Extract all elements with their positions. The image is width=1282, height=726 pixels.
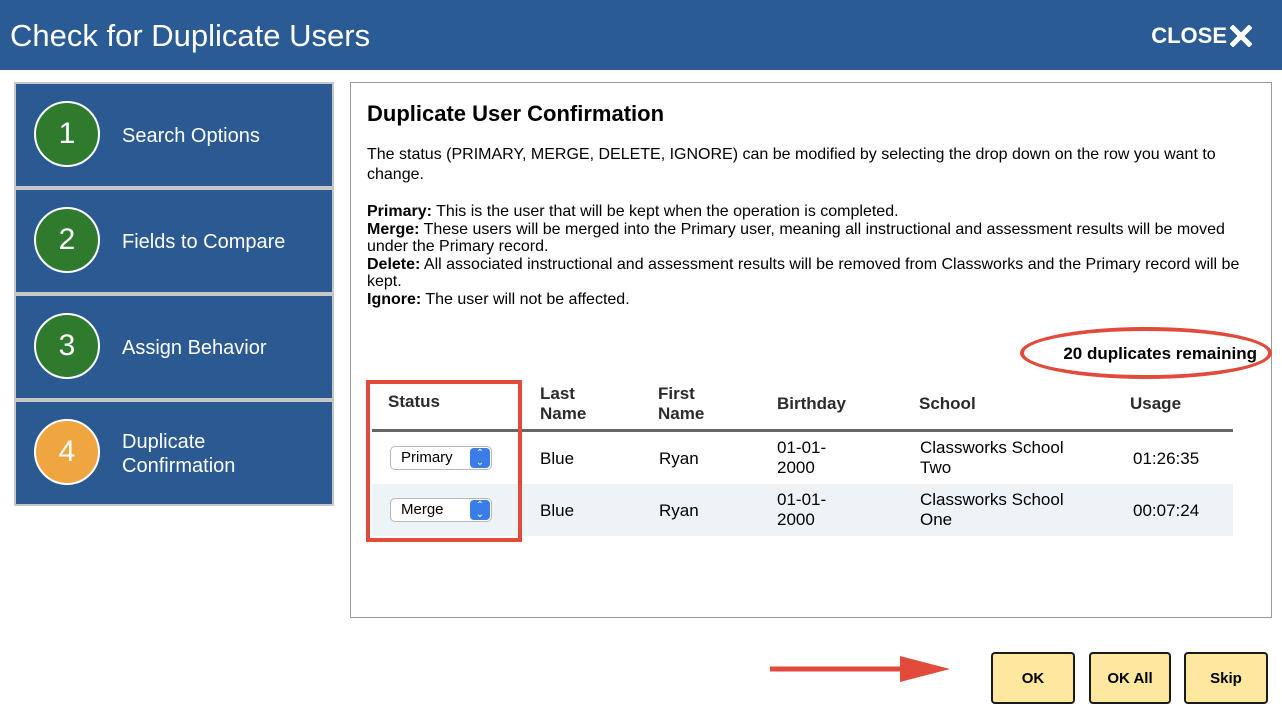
cell-birthday: 01-01- 2000 [777, 438, 826, 478]
status-description: The status (PRIMARY, MERGE, DELETE, IGNO… [367, 146, 1216, 183]
cell-line: Two [920, 458, 952, 477]
title-bar: Check for Duplicate Users CLOSE [0, 0, 1282, 70]
panel-heading: Duplicate User Confirmation [367, 101, 665, 126]
header-line: Name [658, 404, 705, 423]
definition-delete: Delete: All associated instructional and… [367, 256, 1257, 291]
step-label-line: Duplicate [122, 431, 206, 453]
wizard-steps: 1 Search Options 2 Fields to Compare 3 A… [14, 82, 334, 506]
close-button[interactable]: CLOSE [1151, 20, 1252, 52]
step-label-line: Confirmation [122, 455, 236, 477]
cell-last-name: Blue [540, 449, 575, 468]
status-definitions: Primary: This is the user that will be k… [367, 203, 1257, 309]
definition-term: Merge: [367, 220, 420, 238]
skip-button[interactable]: Skip [1184, 652, 1268, 704]
step-label: Search Options [122, 125, 260, 147]
header-line: Name [540, 404, 587, 423]
cell-usage: 01:26:35 [1133, 449, 1200, 468]
definition-text: These users will be merged into the Prim… [367, 220, 1225, 256]
definition-term: Ignore: [367, 290, 422, 308]
column-header-birthday: Birthday [777, 394, 846, 413]
step-label: Assign Behavior [122, 337, 267, 359]
definition-merge: Merge: These users will be merged into t… [367, 221, 1257, 256]
column-header-school: School [919, 394, 976, 413]
cell-line: 01-01- [777, 438, 827, 457]
definition-term: Primary: [367, 203, 432, 220]
step-number-badge: 2 [34, 207, 100, 273]
cell-first-name: Ryan [659, 449, 699, 468]
status-column-highlight [366, 380, 522, 542]
definition-term: Delete: [367, 255, 421, 273]
step-number-badge: 1 [34, 101, 100, 167]
cell-usage: 00:07:24 [1133, 501, 1200, 520]
step-number-badge: 4 [34, 419, 100, 485]
step-number-badge: 3 [34, 313, 100, 379]
cell-birthday: 01-01- 2000 [777, 490, 826, 530]
cell-line: Classworks School [920, 438, 1064, 457]
ok-all-button[interactable]: OK All [1089, 652, 1171, 704]
cell-school: Classworks School Two [920, 438, 1064, 478]
step-label: Fields to Compare [122, 231, 286, 253]
header-line: Last [540, 384, 575, 403]
cell-line: 2000 [777, 510, 815, 529]
definition-primary: Primary: This is the user that will be k… [367, 203, 1257, 221]
column-header-usage: Usage [1130, 394, 1182, 413]
step-fields-to-compare[interactable]: 2 Fields to Compare [16, 190, 332, 292]
definition-text: This is the user that will be kept when … [431, 203, 899, 220]
column-header-last-name: Last Name [540, 384, 586, 424]
cell-school: Classworks School One [920, 490, 1064, 530]
step-assign-behavior[interactable]: 3 Assign Behavior [16, 296, 332, 398]
arrow-right-icon [770, 656, 950, 682]
remaining-count-highlight [1020, 327, 1272, 379]
column-header-first-name: First Name [658, 384, 704, 424]
cell-line: One [920, 510, 953, 529]
cell-line: 01-01- [777, 490, 827, 509]
definition-text: All associated instructional and assessm… [367, 255, 1240, 291]
definition-ignore: Ignore: The user will not be affected. [367, 291, 1257, 309]
step-duplicate-confirmation[interactable]: 4 Duplicate Confirmation [16, 402, 332, 504]
header-line: First [658, 384, 695, 403]
cell-line: 2000 [777, 458, 815, 477]
ok-button[interactable]: OK [991, 652, 1075, 704]
step-label: Duplicate Confirmation [122, 430, 235, 478]
close-label: CLOSE [1151, 23, 1227, 48]
step-search-options[interactable]: 1 Search Options [16, 84, 332, 186]
definition-text: The user will not be affected. [421, 290, 630, 308]
dialog-title: Check for Duplicate Users [10, 18, 371, 53]
cell-line: Classworks School [920, 490, 1064, 509]
cell-last-name: Blue [540, 501, 575, 520]
cell-first-name: Ryan [659, 501, 699, 520]
x-icon [1230, 25, 1252, 47]
